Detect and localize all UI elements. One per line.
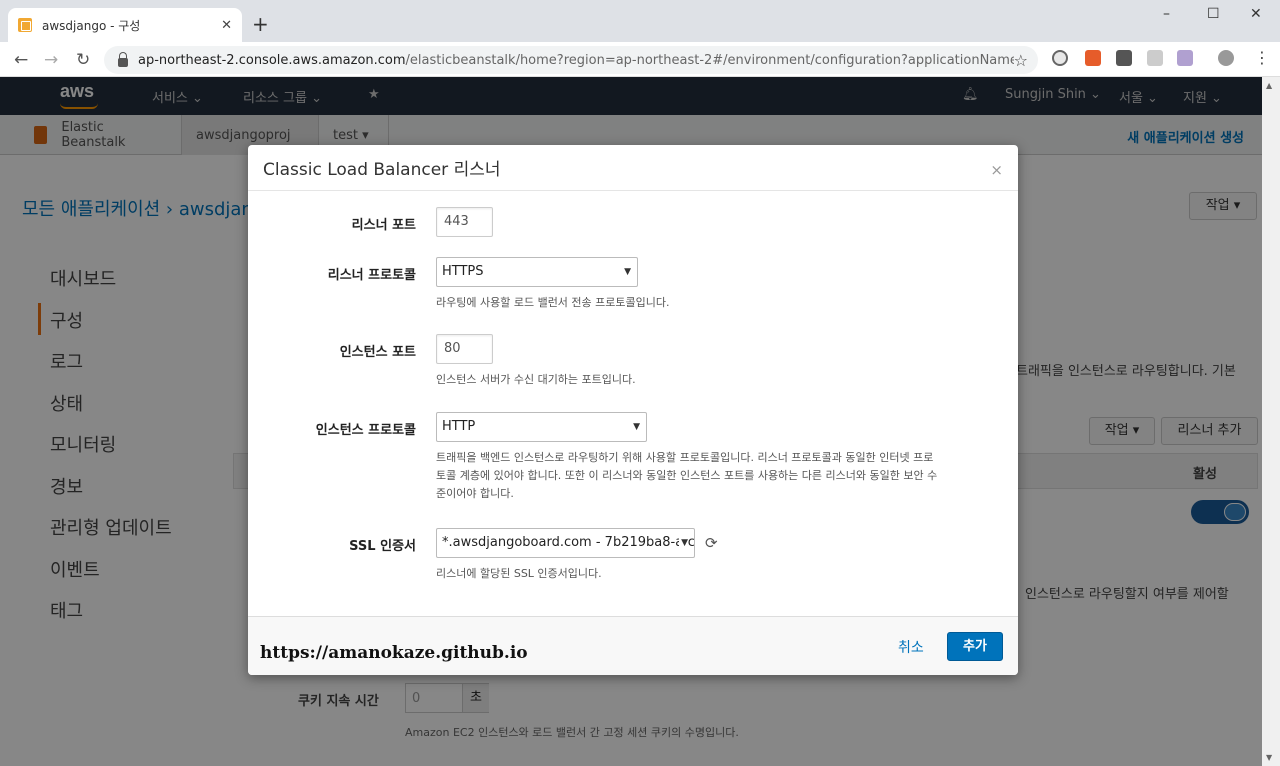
listener-modal: Classic Load Balancer 리스너 × 리스너 포트 443 리… bbox=[248, 145, 1018, 675]
listener-protocol-select[interactable]: HTTPS ▼ bbox=[436, 257, 638, 287]
forward-icon[interactable]: → bbox=[44, 50, 58, 70]
chevron-down-icon: ▼ bbox=[633, 422, 640, 432]
instance-protocol-label: 인스턴스 프로토콜 bbox=[315, 423, 416, 438]
instance-port-input[interactable]: 80 bbox=[436, 334, 493, 364]
page-scrollbar[interactable]: ▲ ▼ bbox=[1262, 77, 1280, 766]
url-bar[interactable]: ap-northeast-2.console.aws.amazon.com/el… bbox=[104, 46, 1038, 74]
listener-protocol-help: 라우팅에 사용할 로드 밸런서 전송 프로토콜입니다. bbox=[436, 296, 670, 309]
info-extension-icon[interactable] bbox=[1116, 50, 1132, 66]
browser-tab[interactable]: awsdjango - 구성 ✕ bbox=[8, 8, 242, 42]
maximize-button[interactable]: ☐ bbox=[1207, 6, 1220, 22]
cancel-button[interactable]: 취소 bbox=[898, 637, 924, 657]
new-tab-button[interactable]: + bbox=[252, 12, 269, 36]
card-extension-icon[interactable] bbox=[1147, 50, 1163, 66]
tab-bar: awsdjango - 구성 ✕ + – ☐ ✕ bbox=[0, 0, 1280, 42]
listener-port-input[interactable]: 443 bbox=[436, 207, 493, 237]
modal-footer: https://amanokaze.github.io 취소 추가 bbox=[248, 616, 1018, 675]
listener-protocol-label: 리스너 프로토콜 bbox=[327, 268, 416, 283]
modal-title: Classic Load Balancer 리스너 bbox=[263, 160, 501, 180]
instance-protocol-select[interactable]: HTTP ▼ bbox=[436, 412, 647, 442]
ssl-help: 리스너에 할당된 SSL 인증서입니다. bbox=[436, 567, 602, 580]
tab-title: awsdjango - 구성 bbox=[42, 18, 141, 33]
instance-port-label: 인스턴스 포트 bbox=[339, 345, 416, 360]
refresh-icon[interactable]: ⟳ bbox=[705, 534, 718, 552]
close-window-button[interactable]: ✕ bbox=[1250, 6, 1262, 22]
instance-port-help: 인스턴스 서버가 수신 대기하는 포트입니다. bbox=[436, 373, 636, 386]
url-text: ap-northeast-2.console.aws.amazon.com/el… bbox=[138, 52, 1014, 68]
back-icon[interactable]: ← bbox=[14, 50, 28, 70]
ssl-label: SSL 인증서 bbox=[349, 539, 416, 554]
listener-port-label: 리스너 포트 bbox=[351, 218, 416, 233]
lock-icon bbox=[118, 51, 128, 67]
pdf-extension-icon[interactable] bbox=[1177, 50, 1193, 66]
reload-icon[interactable]: ↻ bbox=[76, 50, 90, 70]
chevron-down-icon: ▼ bbox=[679, 529, 688, 557]
profile-avatar-icon[interactable] bbox=[1218, 50, 1234, 66]
bookmark-star-icon[interactable]: ☆ bbox=[1014, 51, 1028, 70]
minimize-button[interactable]: – bbox=[1163, 6, 1170, 22]
orange-extension-icon[interactable] bbox=[1085, 50, 1101, 66]
watermark-text: https://amanokaze.github.io bbox=[260, 643, 528, 663]
chevron-down-icon: ▼ bbox=[624, 267, 631, 277]
add-button[interactable]: 추가 bbox=[947, 632, 1003, 661]
modal-header: Classic Load Balancer 리스너 × bbox=[248, 145, 1018, 191]
tab-close-icon[interactable]: ✕ bbox=[221, 18, 232, 33]
aws-favicon-icon bbox=[18, 18, 32, 32]
shield-extension-icon[interactable] bbox=[1052, 50, 1068, 66]
modal-close-icon[interactable]: × bbox=[990, 161, 1003, 179]
ssl-select[interactable]: *.awsdjangoboard.com - 7b219ba8-afce ▼ bbox=[436, 528, 695, 558]
menu-kebab-icon[interactable]: ⋮ bbox=[1254, 48, 1270, 67]
instance-protocol-help: 트래픽을 백엔드 인스턴스로 라우팅하기 위해 사용할 프로토콜입니다. 리스너… bbox=[436, 451, 938, 500]
